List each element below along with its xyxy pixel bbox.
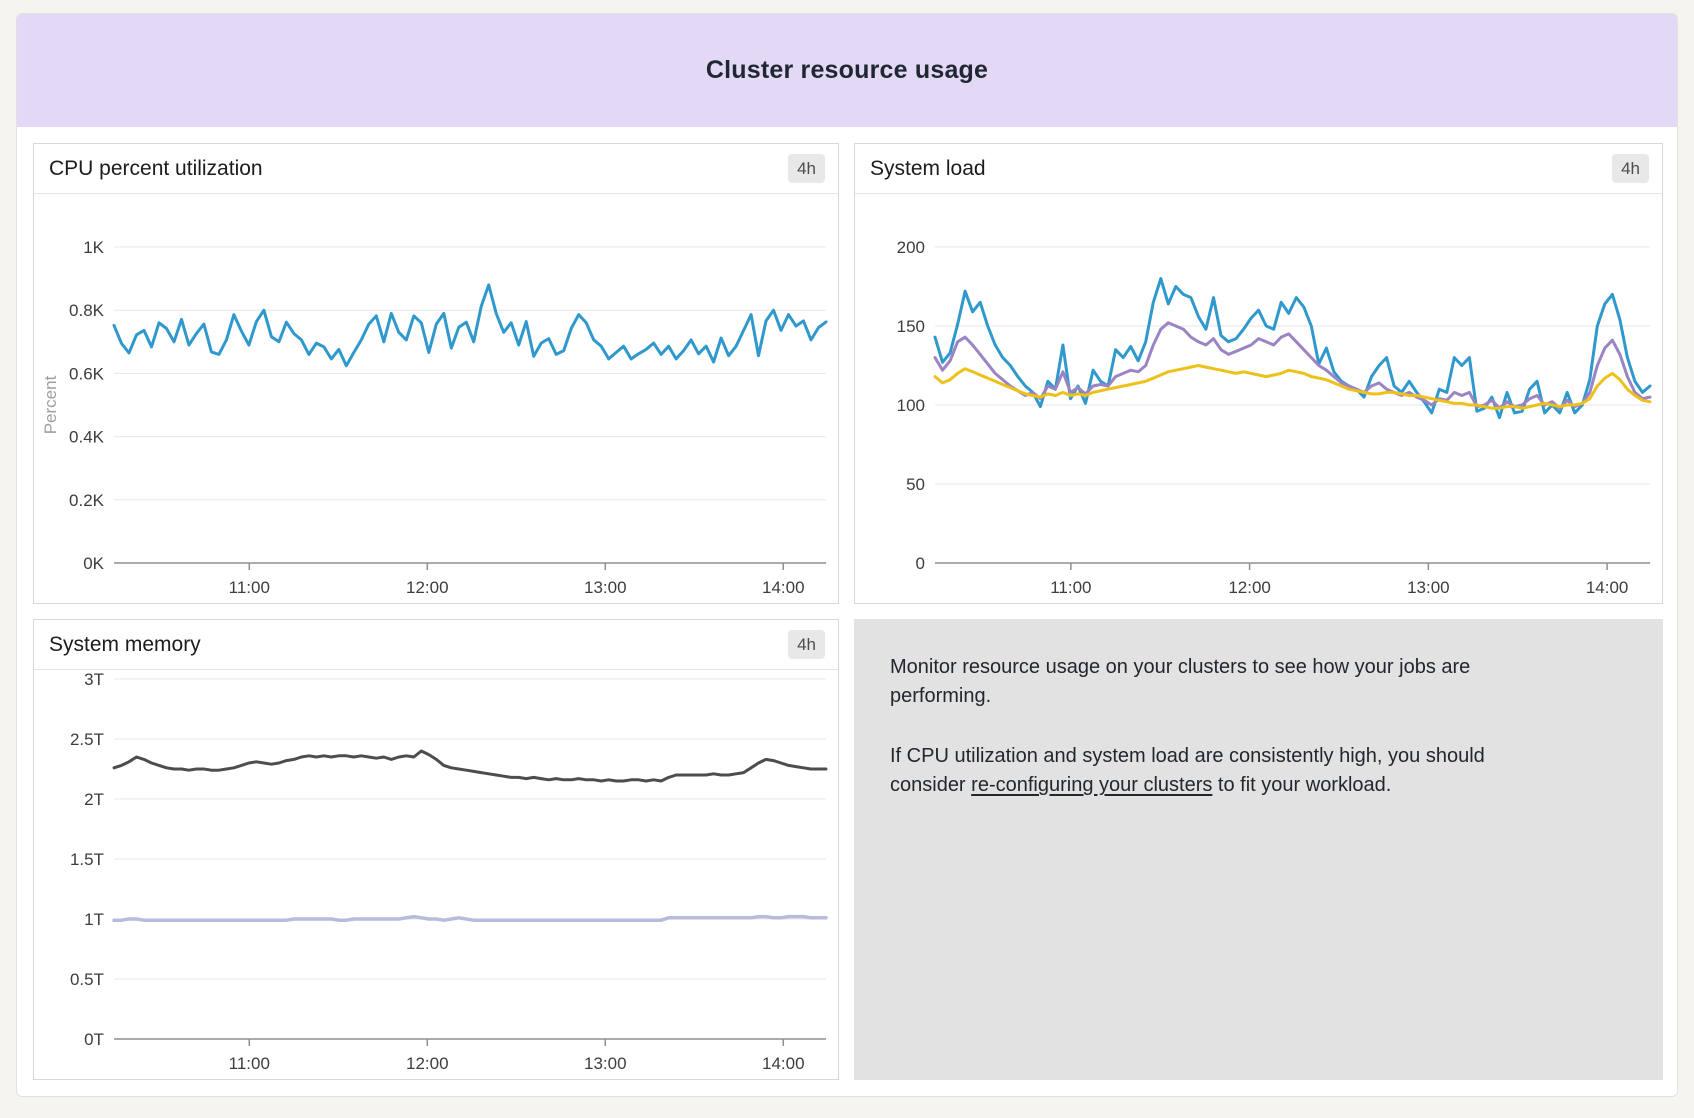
panel-system-memory: System memory 4h 0T 0.5T 1T 1.5T 2T 2.5T 3T 11:…	[33, 619, 839, 1080]
load-time-range-badge[interactable]: 4h	[1612, 154, 1649, 183]
system-memory-chart: 0T 0.5T 1T 1.5T 2T 2.5T 3T 11:00 12:00 13:00 14:00	[34, 670, 838, 1079]
svg-text:0.4K: 0.4K	[69, 428, 105, 447]
svg-text:14:00: 14:00	[762, 1054, 805, 1073]
svg-text:13:00: 13:00	[584, 1054, 627, 1073]
svg-text:Percent: Percent	[41, 375, 60, 434]
panel-load-title: System load	[870, 157, 986, 181]
svg-text:0: 0	[916, 554, 925, 573]
panel-cpu-utilization: CPU percent utilization 4h 0K 0.2K 0.4K 0.6…	[33, 143, 839, 604]
panel-load-header: System load 4h	[855, 144, 1662, 194]
info-panel: Monitor resource usage on your clusters …	[854, 619, 1663, 1080]
svg-text:11:00: 11:00	[229, 1054, 270, 1073]
svg-text:200: 200	[897, 238, 925, 257]
dashboard-card: Cluster resource usage CPU percent utili…	[16, 13, 1678, 1097]
svg-text:14:00: 14:00	[1586, 578, 1629, 597]
svg-text:150: 150	[897, 317, 925, 336]
svg-text:11:00: 11:00	[229, 578, 270, 597]
cpu-time-range-badge[interactable]: 4h	[788, 154, 825, 183]
svg-text:50: 50	[906, 475, 925, 494]
info-paragraph-1: Monitor resource usage on your clusters …	[890, 653, 1530, 712]
svg-text:1K: 1K	[83, 238, 104, 257]
page-title: Cluster resource usage	[706, 56, 988, 85]
panel-system-load: System load 4h 0 50 100 150 200 11:00 12:00 13:…	[854, 143, 1663, 604]
reconfigure-clusters-link[interactable]: re-configuring your clusters	[971, 774, 1212, 796]
panel-memory-header: System memory 4h	[34, 620, 838, 670]
svg-text:3T: 3T	[84, 670, 104, 689]
cpu-utilization-chart: 0K 0.2K 0.4K 0.6K 0.8K 1K 11:00 12:00 13:00 14:00…	[34, 194, 838, 603]
svg-text:0.6K: 0.6K	[69, 364, 105, 383]
svg-text:13:00: 13:00	[584, 578, 627, 597]
panel-memory-title: System memory	[49, 633, 201, 657]
memory-time-range-badge[interactable]: 4h	[788, 630, 825, 659]
svg-text:12:00: 12:00	[406, 578, 449, 597]
svg-text:12:00: 12:00	[406, 1054, 449, 1073]
svg-text:12:00: 12:00	[1228, 578, 1271, 597]
svg-text:1T: 1T	[84, 910, 104, 929]
svg-text:0.8K: 0.8K	[69, 301, 105, 320]
svg-text:2.5T: 2.5T	[70, 730, 104, 749]
panel-cpu-header: CPU percent utilization 4h	[34, 144, 838, 194]
svg-text:0.2K: 0.2K	[69, 491, 105, 510]
svg-text:14:00: 14:00	[762, 578, 805, 597]
dashboard-banner: Cluster resource usage	[17, 14, 1677, 127]
dashboard-grid: CPU percent utilization 4h 0K 0.2K 0.4K 0.6…	[17, 127, 1677, 1096]
svg-text:13:00: 13:00	[1407, 578, 1450, 597]
svg-text:0.5T: 0.5T	[70, 970, 104, 989]
svg-text:1.5T: 1.5T	[70, 850, 104, 869]
svg-text:0K: 0K	[83, 554, 104, 573]
system-load-chart: 0 50 100 150 200 11:00 12:00 13:00 14:00	[855, 194, 1662, 603]
panel-cpu-title: CPU percent utilization	[49, 157, 263, 181]
svg-text:2T: 2T	[84, 790, 104, 809]
svg-text:0T: 0T	[84, 1030, 104, 1049]
info-paragraph-2: If CPU utilization and system load are c…	[890, 742, 1530, 801]
info-paragraph-2-suffix: to fit your workload.	[1212, 774, 1391, 796]
svg-text:100: 100	[897, 396, 925, 415]
svg-text:11:00: 11:00	[1050, 578, 1091, 597]
